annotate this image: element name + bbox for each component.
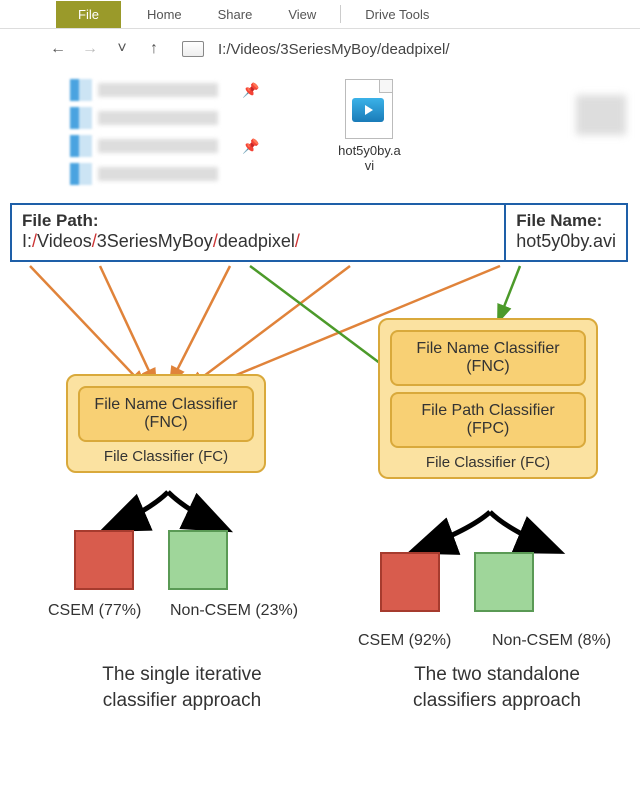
pin-icon: 📌: [242, 82, 259, 99]
result-caption-right-csem: CSEM (92%): [358, 632, 451, 650]
diagram-area: File Name Classifier (FNC) File Classifi…: [0, 262, 640, 682]
file-name-value: hot5y0by.avi: [516, 231, 616, 252]
result-caption-right-noncsem: Non-CSEM (8%): [492, 632, 611, 650]
file-name-label: File Name:: [516, 211, 616, 231]
fc-label-left: File Classifier (FC): [78, 448, 254, 465]
classifier-box-left: File Name Classifier (FNC) File Classifi…: [66, 374, 266, 473]
fnc-box-left: File Name Classifier (FNC): [78, 386, 254, 442]
navigation-bar: ← → ˅ ↑ I:/Videos/3SeriesMyBoy/deadpixel…: [0, 29, 640, 69]
file-path-value: I:/Videos/3SeriesMyBoy/deadpixel/: [22, 231, 494, 252]
tab-share[interactable]: Share: [200, 2, 271, 27]
tab-view[interactable]: View: [270, 2, 334, 27]
fnc-box-right: File Name Classifier (FNC): [390, 330, 586, 386]
fc-label-right: File Classifier (FC): [390, 454, 586, 471]
file-name-cell: File Name: hot5y0by.avi: [506, 205, 626, 260]
tab-file[interactable]: File: [56, 1, 121, 28]
file-path-cell: File Path: I:/Videos/3SeriesMyBoy/deadpi…: [12, 205, 506, 260]
fpc-box-right: File Path Classifier (FPC): [390, 392, 586, 448]
result-noncsem-box: [168, 530, 228, 590]
drive-icon: [182, 41, 204, 57]
classifier-box-right: File Name Classifier (FNC) File Path Cla…: [378, 318, 598, 479]
file-item-label: hot5y0by.a vi: [338, 143, 401, 173]
file-path-label: File Path:: [22, 211, 494, 231]
address-bar[interactable]: I:/Videos/3SeriesMyBoy/deadpixel/: [212, 37, 608, 62]
pin-icon: 📌: [242, 138, 259, 155]
tab-separator: [340, 5, 341, 23]
info-row: File Path: I:/Videos/3SeriesMyBoy/deadpi…: [10, 203, 628, 262]
preview-blurred: [576, 95, 626, 135]
result-row-right: [380, 552, 534, 612]
result-csem-box: [380, 552, 440, 612]
back-icon[interactable]: ←: [46, 40, 70, 58]
explorer-ribbon: File Home Share View Drive Tools: [0, 0, 640, 29]
nav-tree-blurred: 📌 📌: [70, 79, 259, 185]
result-caption-left-csem: CSEM (77%): [48, 602, 141, 620]
play-icon: [352, 98, 384, 122]
file-item-video[interactable]: hot5y0by.a vi: [319, 79, 419, 185]
approach-label-left: The single iterative classifier approach: [82, 662, 282, 713]
result-noncsem-box: [474, 552, 534, 612]
result-row-left: [74, 530, 228, 590]
recent-dropdown-icon[interactable]: ˅: [110, 40, 134, 58]
up-icon[interactable]: ↑: [142, 40, 166, 58]
result-caption-left-noncsem: Non-CSEM (23%): [170, 602, 298, 620]
tab-drive-tools[interactable]: Drive Tools: [347, 2, 447, 27]
approach-label-right: The two standalone classifiers approach: [392, 662, 602, 713]
result-csem-box: [74, 530, 134, 590]
forward-icon[interactable]: →: [78, 40, 102, 58]
tab-home[interactable]: Home: [129, 2, 200, 27]
video-file-icon: [345, 79, 393, 139]
file-pane: 📌 📌 hot5y0by.a vi: [0, 69, 640, 203]
